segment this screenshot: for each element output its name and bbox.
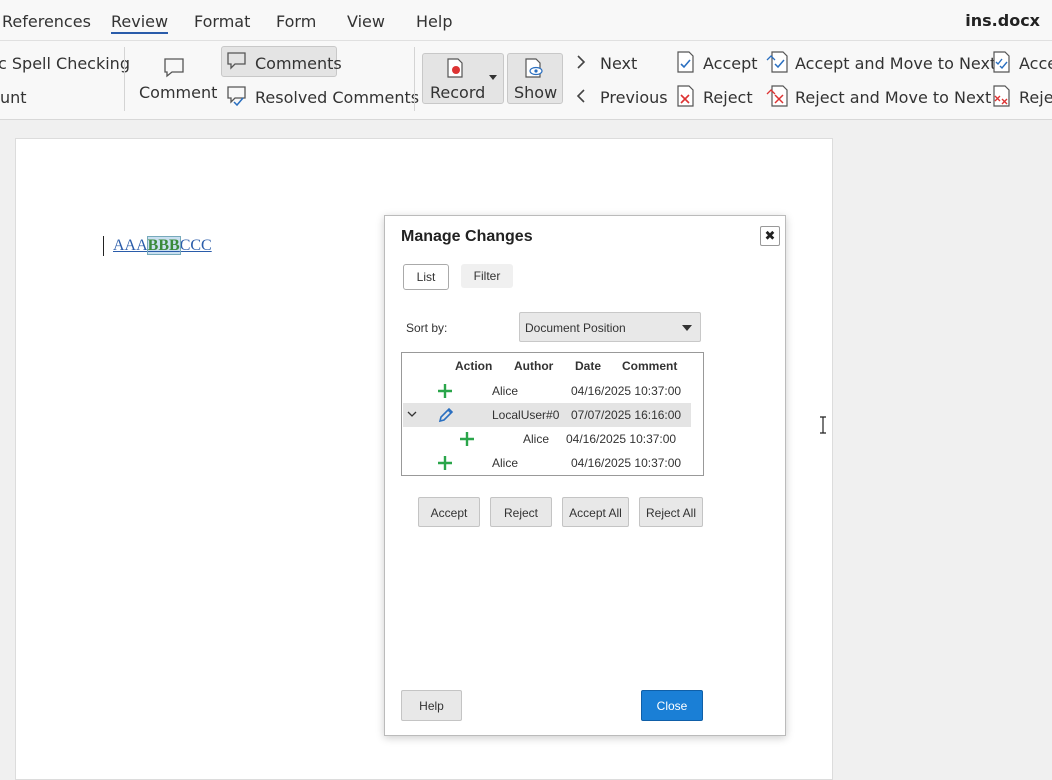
- ribbon-separator: [124, 47, 125, 111]
- tab-filter[interactable]: Filter: [461, 264, 513, 288]
- changes-list[interactable]: Action Author Date Comment Alice 04/16/2…: [401, 352, 704, 476]
- row-date: 04/16/2025 10:37:00: [566, 432, 677, 446]
- dialog-close-icon[interactable]: ✖: [760, 226, 780, 246]
- ribbon: c Spell Checking unt Comment Comments Re…: [0, 41, 1052, 120]
- row-date: 04/16/2025 10:37:00: [571, 384, 682, 398]
- menu-review[interactable]: Review: [111, 12, 169, 34]
- word-count-button[interactable]: unt: [0, 88, 27, 107]
- manage-changes-dialog: Manage Changes ✖ List Filter Sort by: Do…: [384, 215, 786, 736]
- pencil-icon: [438, 407, 454, 423]
- show-label: Show: [514, 83, 558, 102]
- ribbon-separator: [414, 47, 415, 111]
- row-author: Alice: [492, 384, 519, 398]
- previous-icon: [576, 89, 585, 103]
- chevron-down-icon: [682, 325, 692, 331]
- sort-by-select[interactable]: Document Position: [519, 312, 701, 342]
- comments-label: Comments: [255, 54, 342, 73]
- reject-button[interactable]: Reject: [703, 88, 753, 107]
- sort-by-value: Document Position: [525, 321, 626, 335]
- help-button[interactable]: Help: [401, 690, 462, 721]
- chevron-down-icon[interactable]: [407, 411, 417, 419]
- list-item[interactable]: Alice 04/16/2025 10:37:00: [403, 427, 691, 451]
- insert-plus-icon: [438, 384, 452, 398]
- insert-plus-icon: [460, 432, 474, 446]
- resolved-comments-icon: [227, 86, 246, 107]
- text-normal: CCC: [179, 237, 212, 254]
- comments-icon: [227, 52, 246, 70]
- comment-icon: [164, 58, 184, 78]
- accept-all-button[interactable]: Accept All: [562, 497, 629, 527]
- reject-all-button[interactable]: Reject All: [639, 497, 703, 527]
- ibeam-cursor-icon: [820, 416, 826, 434]
- row-date: 07/07/2025 16:16:00: [571, 408, 682, 422]
- column-header-action[interactable]: Action: [455, 359, 492, 373]
- menu-view[interactable]: View: [347, 12, 385, 31]
- previous-button[interactable]: Previous: [600, 88, 668, 107]
- list-item[interactable]: LocalUser#0 07/07/2025 16:16:00: [403, 403, 691, 427]
- close-button[interactable]: Close: [641, 690, 703, 721]
- menu-form[interactable]: Form: [276, 12, 316, 31]
- menu-help[interactable]: Help: [416, 12, 452, 31]
- row-author: Alice: [492, 456, 519, 470]
- list-item[interactable]: Alice 04/16/2025 10:37:00: [403, 451, 691, 475]
- text-tracked-insertion: BBB: [146, 236, 181, 255]
- next-button[interactable]: Next: [600, 54, 637, 73]
- spell-checking-button[interactable]: c Spell Checking: [0, 54, 130, 73]
- menu-references[interactable]: References: [2, 12, 91, 31]
- list-item[interactable]: Alice 04/16/2025 10:37:00: [403, 379, 691, 403]
- record-dropdown-icon[interactable]: [489, 75, 497, 80]
- column-header-comment[interactable]: Comment: [622, 359, 677, 373]
- resolved-comments-button[interactable]: Resolved Comments: [255, 88, 419, 107]
- reject-move-next-icon: [766, 85, 788, 107]
- document-title: ins.docx: [965, 11, 1040, 30]
- tab-list[interactable]: List: [403, 264, 449, 290]
- accept-button[interactable]: Accept: [703, 54, 758, 73]
- row-author: Alice: [523, 432, 550, 446]
- text-normal: AAA: [113, 237, 148, 254]
- row-date: 04/16/2025 10:37:00: [571, 456, 682, 470]
- record-icon: [447, 58, 463, 78]
- accept-all-button[interactable]: Acce: [1019, 54, 1052, 73]
- menu-format[interactable]: Format: [194, 12, 250, 31]
- accept-all-icon: [993, 51, 1010, 73]
- reject-all-button[interactable]: Rejec: [1019, 88, 1052, 107]
- sort-by-label: Sort by:: [406, 321, 448, 335]
- accept-move-next-button[interactable]: Accept and Move to Next: [795, 54, 996, 73]
- reject-button[interactable]: Reject: [490, 497, 552, 527]
- next-icon: [577, 55, 586, 69]
- accept-icon: [677, 51, 694, 73]
- column-header-date[interactable]: Date: [575, 359, 601, 373]
- row-author: LocalUser#0: [492, 408, 560, 422]
- record-label: Record: [430, 83, 486, 102]
- menubar: References Review Format Form View Help …: [0, 0, 1052, 41]
- text-cursor: [103, 236, 104, 256]
- reject-move-next-button[interactable]: Reject and Move to Next: [795, 88, 991, 107]
- document-text[interactable]: AAABBBCCC: [113, 236, 212, 255]
- reject-all-icon: [993, 85, 1010, 107]
- accept-move-next-icon: [766, 51, 788, 73]
- reject-icon: [677, 85, 694, 107]
- column-header-author[interactable]: Author: [514, 359, 553, 373]
- insert-plus-icon: [438, 456, 452, 470]
- accept-button[interactable]: Accept: [418, 497, 480, 527]
- comment-button[interactable]: Comment: [139, 83, 217, 102]
- dialog-title: Manage Changes: [401, 228, 533, 245]
- show-icon: [525, 58, 543, 78]
